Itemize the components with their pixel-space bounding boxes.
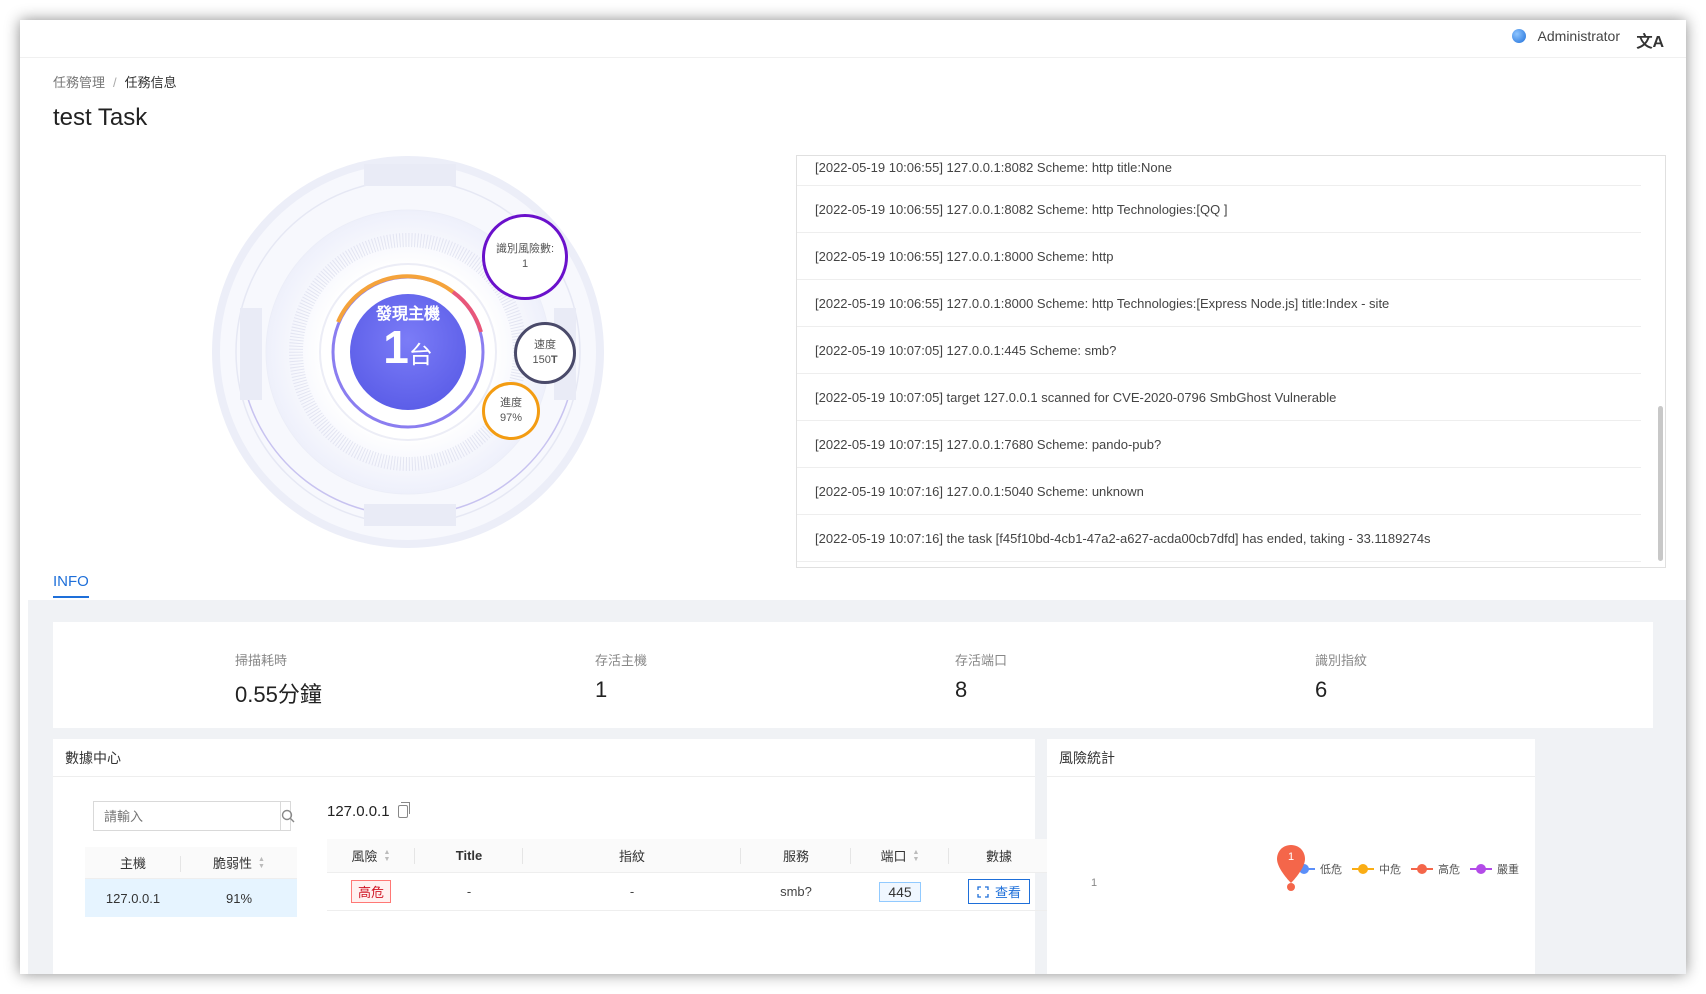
log-scrollbar[interactable] <box>1658 406 1663 561</box>
breadcrumb-current: 任務信息 <box>124 75 177 90</box>
vuln-fingerprint: - <box>629 884 635 899</box>
host-row[interactable]: 127.0.0.1 91% <box>85 879 297 917</box>
col-title: Title <box>415 839 523 872</box>
view-button[interactable]: 查看 <box>967 879 1030 904</box>
discovery-gauge: 發現主機 1台 識別風險數: 1 速度 150T 進度 97% <box>198 142 618 562</box>
col-risk[interactable]: 風險 ▲ ▼ <box>327 839 415 872</box>
host-vuln: 91% <box>225 890 253 906</box>
legend-label: 中危 <box>1379 864 1401 876</box>
legend-item[interactable]: 高危 <box>1411 861 1460 877</box>
col-host: 主機 <box>85 847 181 878</box>
risk-stats-title: 風險統計 <box>1047 739 1535 777</box>
expand-icon <box>977 885 989 898</box>
log-list: [2022-05-19 10:06:55] 127.0.0.1:8082 Sch… <box>797 156 1665 562</box>
log-line: [2022-05-19 10:06:55] 127.0.0.1:8082 Sch… <box>797 156 1641 186</box>
gauge-top-tab <box>364 164 456 186</box>
log-line: [2022-05-19 10:06:55] 127.0.0.1:8000 Sch… <box>797 280 1641 327</box>
log-line: [2022-05-19 10:07:15] 127.0.0.1:7680 Sch… <box>797 421 1641 468</box>
app-window: Administrator 文A 任務管理 / 任務信息 test Task 發… <box>20 20 1686 974</box>
log-line: [2022-05-19 10:07:05] target 127.0.0.1 s… <box>797 374 1641 421</box>
breadcrumb-separator: / <box>113 75 117 90</box>
sort-icon: ▲ ▼ <box>258 855 265 870</box>
risk-stats-card: 風險統計 低危 中危 高危 嚴重 1 1 <box>1047 739 1535 974</box>
log-line: [2022-05-19 10:06:55] 127.0.0.1:8000 Sch… <box>797 233 1641 280</box>
risk-tag: 高危 <box>350 880 391 903</box>
col-data: 數據 <box>985 849 1012 864</box>
top-bar: Administrator 文A <box>20 20 1686 58</box>
log-line: [2022-05-19 10:06:55] 127.0.0.1:8082 Sch… <box>797 186 1641 233</box>
risk-count-bubble: 識別風險數: 1 <box>482 214 568 300</box>
vuln-action-cell: 查看 <box>949 873 1049 910</box>
legend-label: 低危 <box>1320 864 1342 876</box>
legend-swatch <box>1470 864 1492 874</box>
user-name: Administrator <box>1537 28 1620 44</box>
host-search-input[interactable] <box>94 802 280 830</box>
user-avatar-icon <box>1511 29 1526 43</box>
stats-card: 掃描耗時 0.55分鐘 存活主機 1 存活端口 8 識別指紋 6 <box>53 622 1653 728</box>
breadcrumb: 任務管理 / 任務信息 <box>53 72 177 91</box>
legend-swatch <box>1411 864 1433 874</box>
tab-info[interactable]: INFO <box>53 573 89 598</box>
copy-icon[interactable] <box>397 802 410 818</box>
vuln-risk-cell: 高危 <box>327 873 415 910</box>
log-line: [2022-05-19 10:07:16] the task [f45f10bd… <box>797 515 1641 562</box>
vuln-table-header: 風險 ▲ ▼ Title 指紋 服務 端口 ▲ ▼ 數據 <box>327 839 1049 873</box>
stat-alive-ports: 存活端口 8 <box>955 653 1008 702</box>
breadcrumb-parent[interactable]: 任務管理 <box>53 75 105 90</box>
legend-label: 嚴重 <box>1497 864 1519 876</box>
legend-swatch <box>1352 864 1374 874</box>
gauge-bottom-tab <box>364 504 456 526</box>
col-service: 服務 <box>741 839 851 872</box>
data-center-title: 數據中心 <box>53 739 1035 777</box>
selected-ip: 127.0.0.1 <box>327 803 390 820</box>
host-table: 主機 脆弱性 ▲ ▼ 127.0.0.1 91% <box>85 847 297 917</box>
host-search <box>93 801 295 831</box>
data-center-card: 數據中心 主機 脆弱性▲▼ 127.0.0.1 91% 127.0.0.1 風險… <box>53 739 1049 974</box>
risk-marker-value: 1 <box>1287 851 1295 863</box>
col-vuln[interactable]: 脆弱性 ▲ ▼ <box>181 847 297 878</box>
search-icon <box>281 809 295 823</box>
vuln-port-cell: 445 <box>851 873 949 910</box>
log-line: [2022-05-19 10:07:05] 127.0.0.1:445 Sche… <box>797 327 1641 374</box>
selected-host: 127.0.0.1 <box>327 802 410 820</box>
col-fingerprint: 指紋 <box>523 839 741 872</box>
vuln-title: - <box>466 884 472 899</box>
translate-icon[interactable]: 文A <box>1636 28 1664 52</box>
port-tag: 445 <box>879 881 921 902</box>
search-button[interactable] <box>280 802 295 830</box>
sort-icon: ▲ ▼ <box>383 848 391 863</box>
page-title: test Task <box>53 104 148 131</box>
host-table-header: 主機 脆弱性 ▲ ▼ <box>85 847 297 879</box>
progress-bubble: 進度 97% <box>482 382 540 440</box>
y-axis-tick: 1 <box>1091 877 1098 889</box>
sort-icon: ▲ ▼ <box>912 848 920 863</box>
host-ip: 127.0.0.1 <box>105 890 161 906</box>
user-menu[interactable]: Administrator <box>1511 28 1620 44</box>
speed-bubble: 速度 150T <box>514 322 576 384</box>
vuln-table: 風險 ▲ ▼ Title 指紋 服務 端口 ▲ ▼ 數據 高危 - - smb? 445… <box>327 839 1049 911</box>
stat-alive-hosts: 存活主機 1 <box>595 653 648 702</box>
legend-item[interactable]: 中危 <box>1352 861 1401 877</box>
log-line: [2022-05-19 10:07:16] 127.0.0.1:5040 Sch… <box>797 468 1641 515</box>
legend-label: 高危 <box>1438 864 1460 876</box>
scan-log-panel[interactable]: [2022-05-19 10:06:55] 127.0.0.1:8082 Sch… <box>796 155 1666 568</box>
col-port[interactable]: 端口 ▲ ▼ <box>851 839 949 872</box>
stat-scan-time: 掃描耗時 0.55分鐘 <box>235 653 322 707</box>
legend-item[interactable]: 嚴重 <box>1470 861 1519 877</box>
vuln-service: smb? <box>780 884 812 899</box>
stat-fingerprints: 識別指紋 6 <box>1315 653 1368 702</box>
risk-legend: 低危 中危 高危 嚴重 <box>1283 861 1519 877</box>
vuln-row: 高危 - - smb? 445 查看 <box>327 873 1049 911</box>
